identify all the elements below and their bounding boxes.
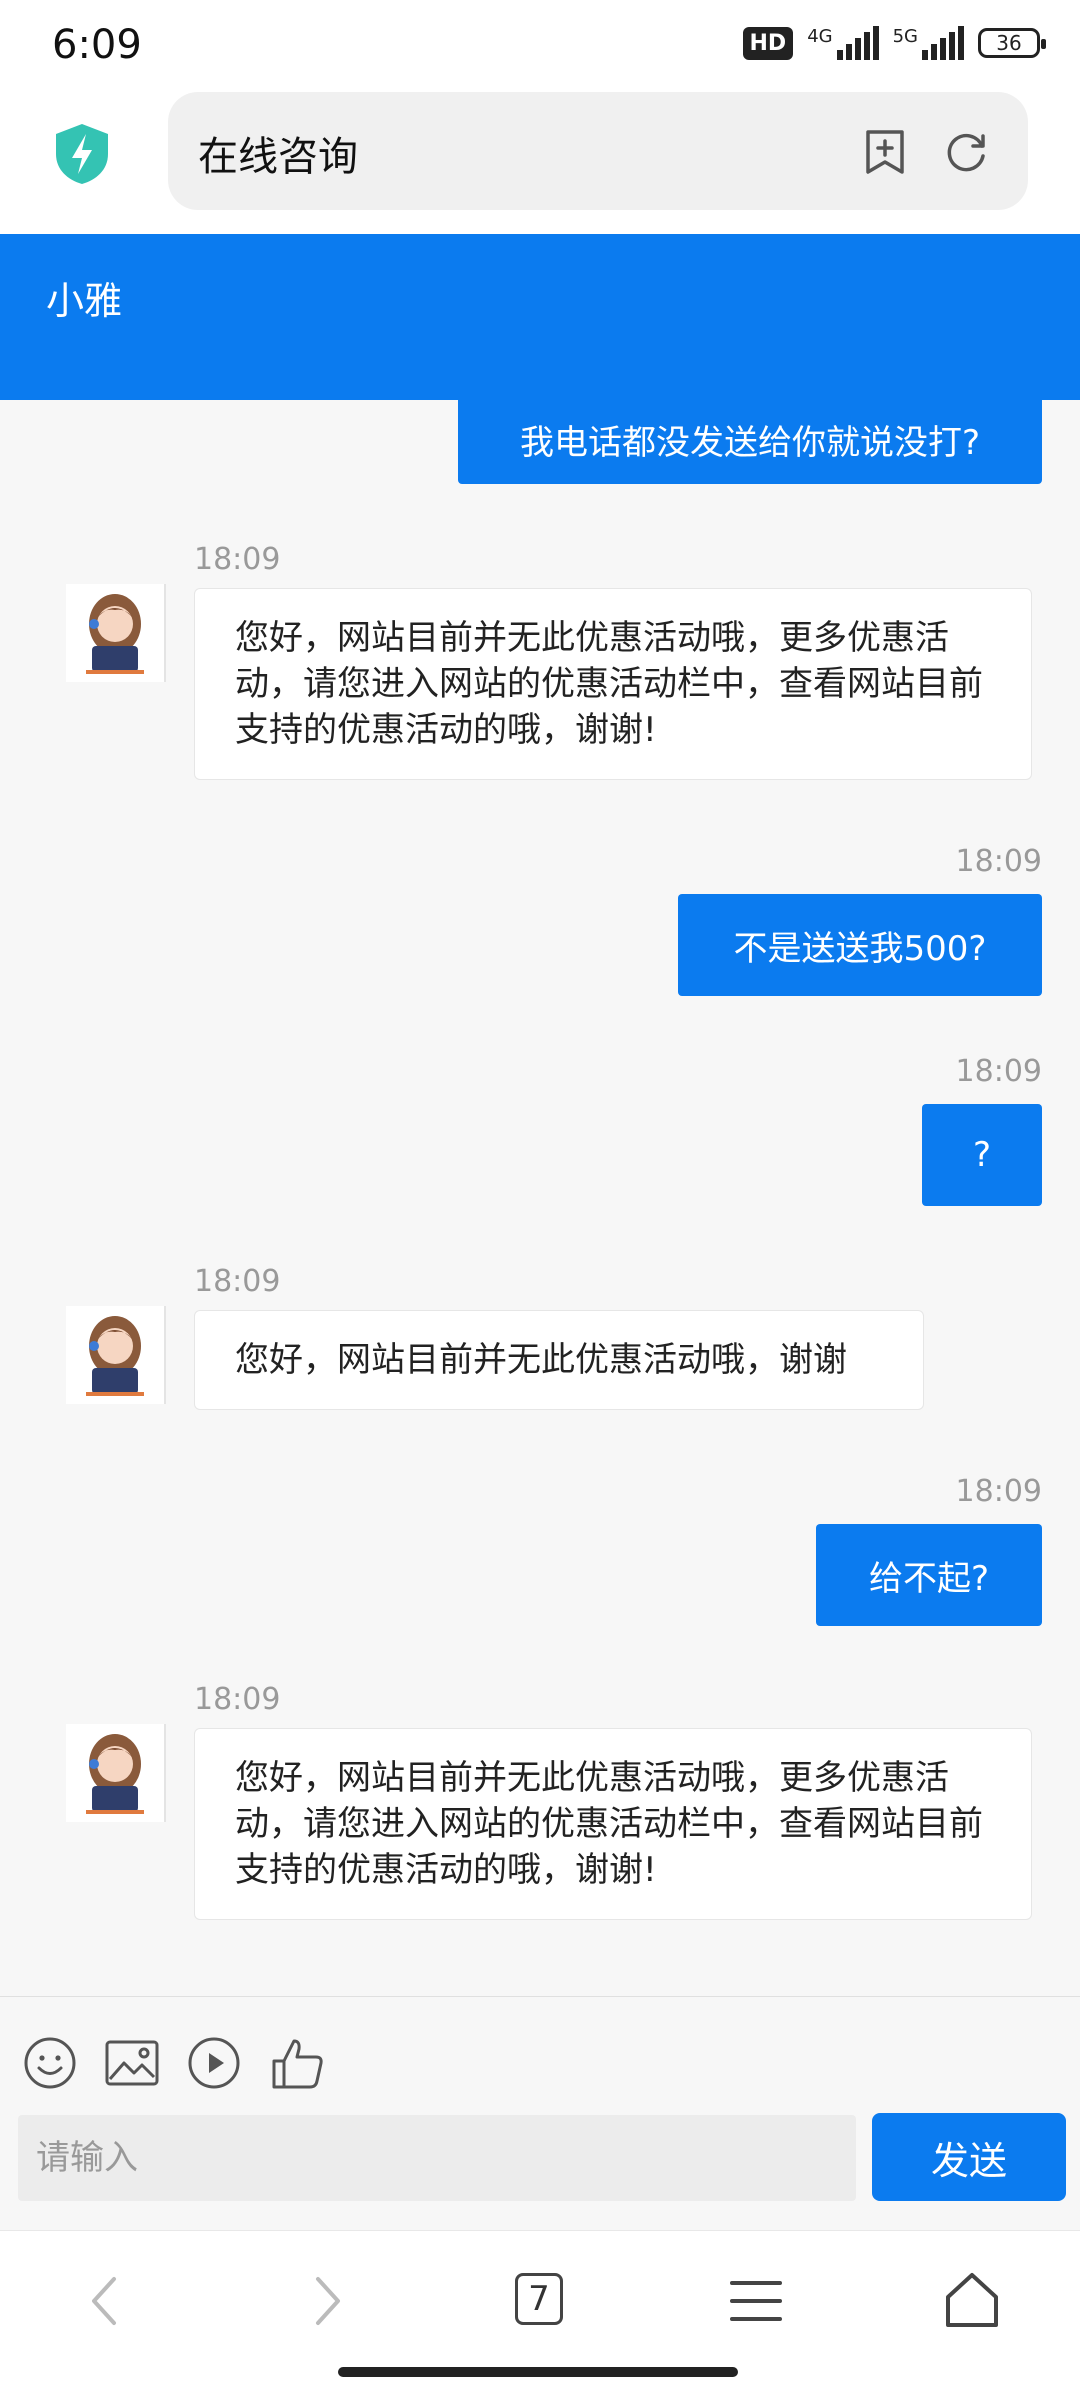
chat-messages[interactable]: 我电话都没发送给你就说没打? 18:09 您好，网站目前并无此优惠活动哦，更多优… xyxy=(0,400,1080,1996)
menu-icon[interactable] xyxy=(726,2269,786,2333)
status-bar: 6:09 HD 4G 5G 36 xyxy=(0,0,1080,92)
agent-avatar xyxy=(66,1306,166,1404)
battery-icon: 36 xyxy=(978,28,1046,58)
message-time: 18:09 xyxy=(955,1474,1042,1509)
page-title: 在线咨询 xyxy=(198,134,358,180)
message-text: 您好，网站目前并无此优惠活动哦，更多优惠活动，请您进入网站的优惠活动栏中，查看网… xyxy=(235,618,983,750)
message-text: 您好，网站目前并无此优惠活动哦，更多优惠活动，请您进入网站的优惠活动栏中，查看网… xyxy=(235,1758,983,1890)
forward-icon[interactable] xyxy=(296,2269,356,2333)
hd-badge: HD xyxy=(742,26,794,60)
message-text: 不是送送我500? xyxy=(733,928,987,969)
message-text: 您好，网站目前并无此优惠活动哦，谢谢 xyxy=(235,1340,847,1380)
message-bubble-outgoing: 给不起? xyxy=(816,1524,1042,1626)
agent-name: 小雅 xyxy=(46,279,123,323)
message-time: 18:09 xyxy=(955,844,1042,879)
message-bubble-outgoing: ? xyxy=(922,1104,1042,1206)
send-button[interactable]: 发送 xyxy=(872,2113,1066,2201)
message-bubble-incoming: 您好，网站目前并无此优惠活动哦，更多优惠活动，请您进入网站的优惠活动栏中，查看网… xyxy=(194,588,1032,780)
tabs-button[interactable]: 7 xyxy=(515,2273,563,2325)
status-icons: HD 4G 5G 36 xyxy=(742,26,1046,60)
tab-count: 7 xyxy=(528,2279,550,2319)
message-time: 18:09 xyxy=(955,1054,1042,1089)
message-time: 18:09 xyxy=(194,1682,281,1717)
message-bubble-incoming: 您好，网站目前并无此优惠活动哦，谢谢 xyxy=(194,1310,924,1410)
video-icon[interactable] xyxy=(186,2035,242,2091)
address-bar[interactable]: 在线咨询 xyxy=(168,92,1028,210)
bookmark-add-icon[interactable] xyxy=(862,128,908,176)
reload-icon[interactable] xyxy=(942,128,990,176)
message-bubble-incoming: 您好，网站目前并无此优惠活动哦，更多优惠活动，请您进入网站的优惠活动栏中，查看网… xyxy=(194,1728,1032,1920)
signal-icon xyxy=(922,26,964,60)
thumbs-up-icon[interactable] xyxy=(270,2035,326,2091)
network-4g-label: 4G xyxy=(807,26,833,47)
back-icon[interactable] xyxy=(76,2269,136,2333)
status-time: 6:09 xyxy=(52,22,142,68)
network-5g-label: 5G xyxy=(892,26,918,47)
message-input[interactable] xyxy=(18,2115,856,2201)
signal-icon xyxy=(836,26,879,60)
message-text: 给不起? xyxy=(868,1558,990,1599)
message-time: 18:09 xyxy=(194,542,281,577)
shield-icon[interactable] xyxy=(52,122,112,186)
emoji-icon[interactable] xyxy=(22,2035,78,2091)
input-area: 发送 xyxy=(0,1996,1080,2231)
message-time: 18:09 xyxy=(194,1264,281,1299)
agent-avatar xyxy=(66,1724,166,1822)
message-bubble-outgoing: 我电话都没发送给你就说没打? xyxy=(458,400,1042,484)
message-text: ? xyxy=(972,1135,992,1175)
image-icon[interactable] xyxy=(104,2035,160,2091)
message-input-field[interactable] xyxy=(18,2115,856,2201)
agent-avatar xyxy=(66,584,166,682)
message-text: 我电话都没发送给你就说没打? xyxy=(519,422,981,463)
home-indicator[interactable] xyxy=(338,2367,738,2377)
message-bubble-outgoing: 不是送送我500? xyxy=(678,894,1042,996)
battery-level: 36 xyxy=(996,31,1022,55)
chat-header: 小雅 xyxy=(0,234,1080,400)
browser-bar: 在线咨询 xyxy=(0,92,1080,234)
home-icon[interactable] xyxy=(942,2269,1002,2333)
browser-nav-bar: 7 xyxy=(0,2230,1080,2401)
